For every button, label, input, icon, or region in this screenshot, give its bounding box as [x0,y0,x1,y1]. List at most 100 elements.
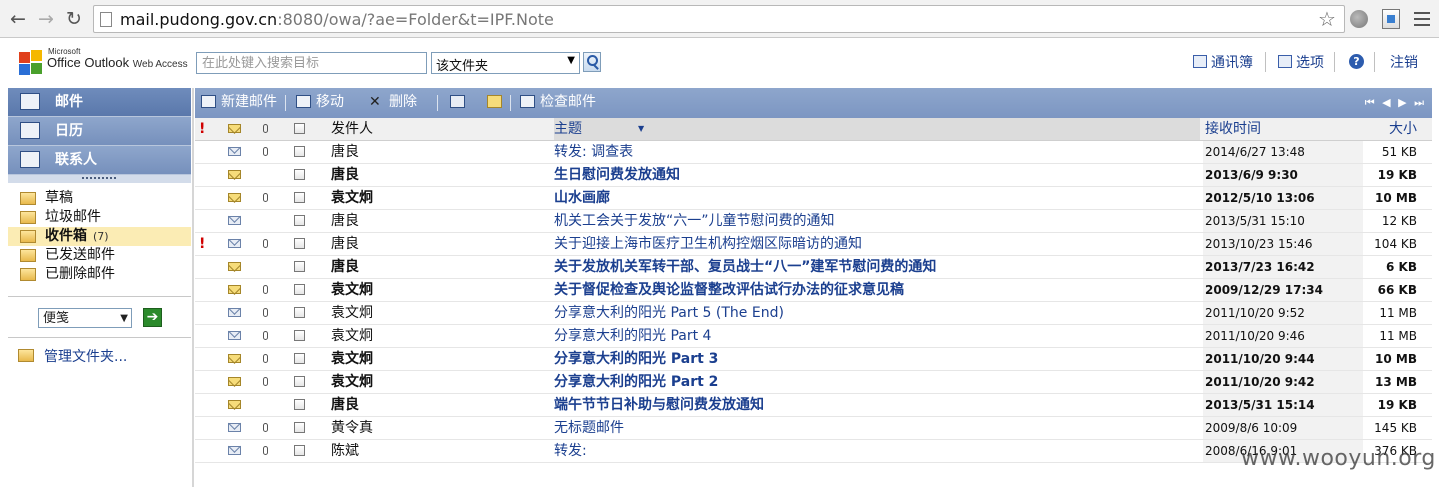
message-subject[interactable]: 分享意大利的阳光 Part 3 [554,348,1200,370]
message-subject[interactable]: 关于迎接上海市医疗卫生机构控烟区际暗访的通知 [554,233,1200,255]
new-mail-button[interactable]: 新建邮件 [201,88,277,118]
attachment-indicator [263,394,275,416]
message-row[interactable]: 唐良 生日慰问费发放通知 2013/6/9 9:30 19 KB [195,164,1432,187]
attachment-column-header[interactable] [263,118,275,140]
move-button[interactable]: 移动 [296,88,344,118]
envelope-icon [487,95,502,108]
forward-arrow-icon[interactable]: → [34,7,58,31]
message-row[interactable]: 唐良 转发: 调查表 2014/6/27 13:48 51 KB [195,141,1432,164]
message-status [228,325,244,347]
url-text[interactable]: mail.pudong.gov.cn:8080/owa/?ae=Folder&t… [120,10,554,29]
row-checkbox[interactable] [294,233,308,255]
reload-icon[interactable]: ↻ [62,7,86,31]
message-row[interactable]: ! 唐良 关于迎接上海市医疗卫生机构控烟区际暗访的通知 2013/10/23 15:4… [195,233,1432,256]
message-subject[interactable]: 关于督促检查及舆论监督整改评估试行办法的征求意见稿 [554,279,1200,301]
delete-button[interactable]: ✕ 删除 [369,88,417,118]
message-row[interactable]: 黄令真 无标题邮件 2009/8/6 10:09 145 KB [195,417,1432,440]
message-subject[interactable]: 转发: [554,440,1200,462]
message-row[interactable]: 袁文炯 关于督促检查及舆论监督整改评估试行办法的征求意见稿 2009/12/29 1… [195,279,1432,302]
nav-contacts[interactable]: 联系人 [8,146,191,175]
folder-drafts[interactable]: 草稿 [8,189,191,208]
logout-link[interactable]: 注销 [1390,52,1418,72]
message-row[interactable]: 袁文炯 分享意大利的阳光 Part 2 2011/10/20 9:42 13 MB [195,371,1432,394]
page-icon [100,12,112,27]
select-all-checkbox[interactable] [294,118,308,140]
go-button[interactable]: ➔ [143,308,162,327]
message-received: 2009/8/6 10:09 [1203,417,1363,439]
pager-controls[interactable]: ⏮ ◀ ▶ ⏭ [1365,96,1426,110]
size-column-header[interactable]: 大小 [1363,118,1417,140]
nav-mail[interactable]: 邮件 [8,88,191,117]
address-book-link[interactable]: 通讯簿 [1193,52,1253,72]
open-envelope-icon [228,331,241,340]
folder-sent[interactable]: 已发送邮件 [8,246,191,265]
row-checkbox[interactable] [294,325,308,347]
row-checkbox[interactable] [294,187,308,209]
options-link[interactable]: 选项 [1278,52,1324,72]
message-row[interactable]: 袁文炯 山水画廊 2012/5/10 13:06 10 MB [195,187,1432,210]
message-row[interactable]: 唐良 关于发放机关军转干部、复员战士“八一”建军节慰问费的通知 2013/7/23 … [195,256,1432,279]
row-checkbox[interactable] [294,279,308,301]
message-row[interactable]: 袁文炯 分享意大利的阳光 Part 5 (The End) 2011/10/20 9… [195,302,1432,325]
message-row[interactable]: 袁文炯 分享意大利的阳光 Part 3 2011/10/20 9:44 10 MB [195,348,1432,371]
globe-icon[interactable] [1350,10,1368,28]
row-checkbox[interactable] [294,141,308,163]
received-column-header[interactable]: 接收时间 [1203,118,1363,140]
message-subject[interactable]: 分享意大利的阳光 Part 5 (The End) [554,302,1200,324]
message-subject[interactable]: 生日慰问费发放通知 [554,164,1200,186]
message-subject[interactable]: 分享意大利的阳光 Part 4 [554,325,1200,347]
paperclip-icon [263,147,268,156]
mark-read-button[interactable] [450,88,470,118]
folder-inbox[interactable]: 收件箱 (7) [8,227,191,246]
help-icon[interactable]: ? [1349,54,1364,69]
browser-menu-icon[interactable] [1414,12,1430,26]
importance-column-header[interactable]: ! [199,118,213,140]
extension-icon[interactable] [1382,9,1400,29]
message-subject[interactable]: 关于发放机关军转干部、复员战士“八一”建军节慰问费的通知 [554,256,1200,278]
open-envelope-icon [228,308,241,317]
folder-junk[interactable]: 垃圾邮件 [8,208,191,227]
message-subject[interactable]: 机关工会关于发放“六一”儿童节慰问费的通知 [554,210,1200,232]
row-checkbox[interactable] [294,394,308,416]
row-checkbox[interactable] [294,256,308,278]
importance-flag [199,440,213,462]
pane-divider[interactable] [192,88,194,487]
bookmark-star-icon[interactable]: ☆ [1318,7,1336,31]
message-subject[interactable]: 转发: 调查表 [554,141,1200,163]
row-checkbox[interactable] [294,210,308,232]
mark-unread-button[interactable] [487,88,507,118]
back-arrow-icon[interactable]: ← [6,7,30,31]
row-checkbox[interactable] [294,302,308,324]
row-checkbox[interactable] [294,417,308,439]
message-from: 袁文炯 [331,374,373,390]
row-checkbox[interactable] [294,348,308,370]
message-subject[interactable]: 山水画廊 [554,187,1200,209]
check-mail-button[interactable]: 检查邮件 [520,88,596,118]
message-subject[interactable]: 端午节节日补助与慰问费发放通知 [554,394,1200,416]
message-subject[interactable]: 无标题邮件 [554,417,1200,439]
importance-flag [199,348,213,370]
row-checkbox[interactable] [294,371,308,393]
resize-grip[interactable] [8,175,191,183]
envelope-icon [228,285,241,294]
message-subject[interactable]: 分享意大利的阳光 Part 2 [554,371,1200,393]
message-row[interactable]: 唐良 机关工会关于发放“六一”儿童节慰问费的通知 2013/5/31 15:10 12… [195,210,1432,233]
envelope-icon [228,400,241,409]
search-button[interactable] [583,52,601,72]
message-row[interactable]: 袁文炯 分享意大利的阳光 Part 4 2011/10/20 9:46 11 MB [195,325,1432,348]
manage-folders-link[interactable]: 管理文件夹... [18,346,127,366]
folder-deleted[interactable]: 已删除邮件 [8,265,191,284]
subject-column-header[interactable]: 主题 ▼ [554,118,1200,140]
nav-calendar[interactable]: 日历 [8,117,191,146]
new-item-type-select[interactable]: 便笺 ▼ [38,308,132,328]
search-input[interactable] [196,52,427,74]
message-row[interactable]: 唐良 端午节节日补助与慰问费发放通知 2013/5/31 15:14 19 KB [195,394,1432,417]
row-checkbox[interactable] [294,164,308,186]
type-column-header[interactable] [228,118,244,140]
address-bar[interactable]: mail.pudong.gov.cn:8080/owa/?ae=Folder&t… [93,5,1345,33]
envelope-icon [228,377,241,386]
from-column-header[interactable]: 发件人 [331,118,546,140]
row-checkbox[interactable] [294,440,308,462]
search-scope-select[interactable]: 该文件夹 ▼ [431,52,580,74]
message-size: 19 KB [1377,168,1417,182]
